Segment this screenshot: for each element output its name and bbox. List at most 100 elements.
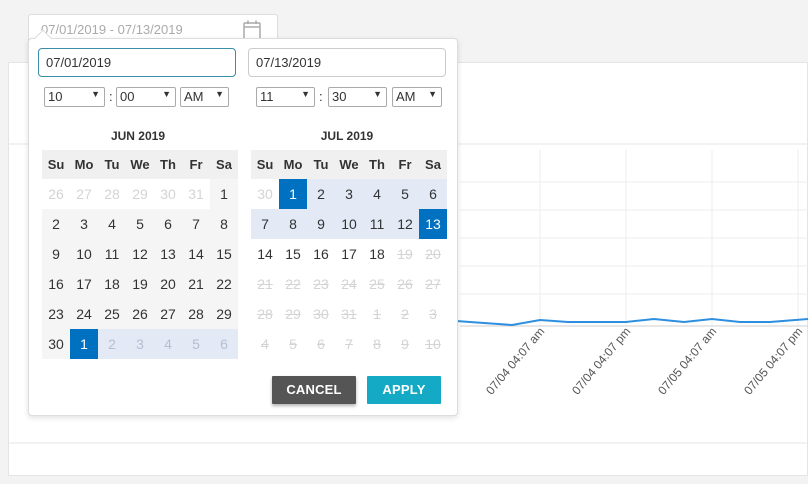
day-cell[interactable]: 18 xyxy=(98,269,126,299)
day-cell[interactable]: 5 xyxy=(126,209,154,239)
end-hour-select[interactable]: 11 ▼ xyxy=(256,87,315,107)
start-ampm-value: AM xyxy=(184,89,204,104)
day-cell[interactable]: 15 xyxy=(279,239,307,269)
day-cell: 8 xyxy=(363,329,391,359)
day-cell[interactable]: 27 xyxy=(70,179,98,209)
apply-button[interactable]: APPLY xyxy=(367,376,441,404)
day-cell[interactable]: 8 xyxy=(279,209,307,239)
day-cell[interactable]: 8 xyxy=(210,209,238,239)
day-cell[interactable]: 17 xyxy=(70,269,98,299)
weekday-header: Su xyxy=(42,150,70,179)
day-cell[interactable]: 26 xyxy=(42,179,70,209)
day-cell[interactable]: 2 xyxy=(42,209,70,239)
day-cell[interactable]: 20 xyxy=(154,269,182,299)
day-cell[interactable]: 13 xyxy=(154,239,182,269)
day-cell: 7 xyxy=(335,329,363,359)
weekday-header: Sa xyxy=(210,150,238,179)
day-cell[interactable]: 2 xyxy=(307,179,335,209)
day-cell[interactable]: 21 xyxy=(182,269,210,299)
day-cell[interactable]: 9 xyxy=(42,239,70,269)
weekday-header: Fr xyxy=(182,150,210,179)
day-cell[interactable]: 17 xyxy=(335,239,363,269)
day-cell[interactable]: 30 xyxy=(42,329,70,359)
weekday-header: Th xyxy=(363,150,391,179)
day-cell[interactable]: 6 xyxy=(210,329,238,359)
day-cell[interactable]: 31 xyxy=(182,179,210,209)
day-cell[interactable]: 6 xyxy=(419,179,447,209)
day-cell[interactable]: 7 xyxy=(182,209,210,239)
day-cell[interactable]: 16 xyxy=(307,239,335,269)
day-cell[interactable]: 12 xyxy=(126,239,154,269)
day-cell[interactable]: 3 xyxy=(70,209,98,239)
day-cell[interactable]: 15 xyxy=(210,239,238,269)
selected-day-cell[interactable]: 1 xyxy=(279,179,307,209)
day-cell[interactable]: 16 xyxy=(42,269,70,299)
end-month-title: JUL 2019 xyxy=(320,129,374,143)
selected-day-cell[interactable]: 13 xyxy=(419,209,447,239)
start-ampm-select[interactable]: AM ▼ xyxy=(180,87,229,107)
end-ampm-select[interactable]: AM ▼ xyxy=(392,87,442,107)
day-cell[interactable]: 4 xyxy=(98,209,126,239)
day-cell[interactable]: 2 xyxy=(98,329,126,359)
day-cell[interactable]: 10 xyxy=(335,209,363,239)
day-cell: 1 xyxy=(363,299,391,329)
day-cell[interactable]: 25 xyxy=(98,299,126,329)
selected-day-cell[interactable]: 1 xyxy=(70,329,98,359)
day-cell[interactable]: 10 xyxy=(70,239,98,269)
weekday-header: Fr xyxy=(391,150,419,179)
day-cell[interactable]: 4 xyxy=(154,329,182,359)
day-cell: 20 xyxy=(419,239,447,269)
day-cell[interactable]: 22 xyxy=(210,269,238,299)
day-cell[interactable]: 30 xyxy=(251,179,279,209)
cancel-button[interactable]: CANCEL xyxy=(272,376,356,404)
day-cell: 23 xyxy=(307,269,335,299)
day-cell[interactable]: 3 xyxy=(335,179,363,209)
day-cell: 31 xyxy=(335,299,363,329)
day-cell[interactable]: 5 xyxy=(182,329,210,359)
day-cell[interactable]: 6 xyxy=(154,209,182,239)
weekday-header: Th xyxy=(154,150,182,179)
day-cell[interactable]: 27 xyxy=(154,299,182,329)
calendar-icon[interactable] xyxy=(243,20,261,40)
day-cell[interactable]: 14 xyxy=(182,239,210,269)
day-cell[interactable]: 19 xyxy=(126,269,154,299)
weekday-header: Mo xyxy=(279,150,307,179)
day-cell[interactable]: 26 xyxy=(126,299,154,329)
day-cell: 2 xyxy=(391,299,419,329)
day-cell[interactable]: 29 xyxy=(126,179,154,209)
day-cell: 21 xyxy=(251,269,279,299)
day-cell: 27 xyxy=(419,269,447,299)
time-separator: : xyxy=(109,89,113,104)
start-minute-select[interactable]: 00 ▼ xyxy=(116,87,176,107)
day-cell[interactable]: 29 xyxy=(210,299,238,329)
day-cell[interactable]: 5 xyxy=(391,179,419,209)
day-cell[interactable]: 1 xyxy=(210,179,238,209)
weekday-header: Tu xyxy=(307,150,335,179)
day-cell[interactable]: 12 xyxy=(391,209,419,239)
day-cell[interactable]: 24 xyxy=(70,299,98,329)
date-range-value: 07/01/2019 - 07/13/2019 xyxy=(41,22,183,37)
day-cell[interactable]: 11 xyxy=(98,239,126,269)
start-month-title: JUN 2019 xyxy=(110,129,166,143)
end-minute-value: 30 xyxy=(332,89,347,104)
end-date-value: 07/13/2019 xyxy=(256,55,322,70)
weekday-header: Sa xyxy=(419,150,447,179)
day-cell[interactable]: 9 xyxy=(307,209,335,239)
day-cell[interactable]: 30 xyxy=(154,179,182,209)
date-range-picker: 07/01/2019 07/13/2019 10 ▼ : 00 ▼ AM ▼ 1… xyxy=(28,29,458,416)
day-cell[interactable]: 7 xyxy=(251,209,279,239)
day-cell[interactable]: 18 xyxy=(363,239,391,269)
day-cell[interactable]: 23 xyxy=(42,299,70,329)
day-cell[interactable]: 11 xyxy=(363,209,391,239)
day-cell[interactable]: 28 xyxy=(98,179,126,209)
day-cell: 28 xyxy=(251,299,279,329)
day-cell[interactable]: 14 xyxy=(251,239,279,269)
day-cell[interactable]: 3 xyxy=(126,329,154,359)
end-date-input[interactable]: 07/13/2019 xyxy=(248,48,446,77)
day-cell[interactable]: 4 xyxy=(363,179,391,209)
end-minute-select[interactable]: 30 ▼ xyxy=(328,87,387,107)
day-cell: 4 xyxy=(251,329,279,359)
start-date-input[interactable]: 07/01/2019 xyxy=(38,48,236,77)
start-hour-select[interactable]: 10 ▼ xyxy=(44,87,105,107)
day-cell[interactable]: 28 xyxy=(182,299,210,329)
